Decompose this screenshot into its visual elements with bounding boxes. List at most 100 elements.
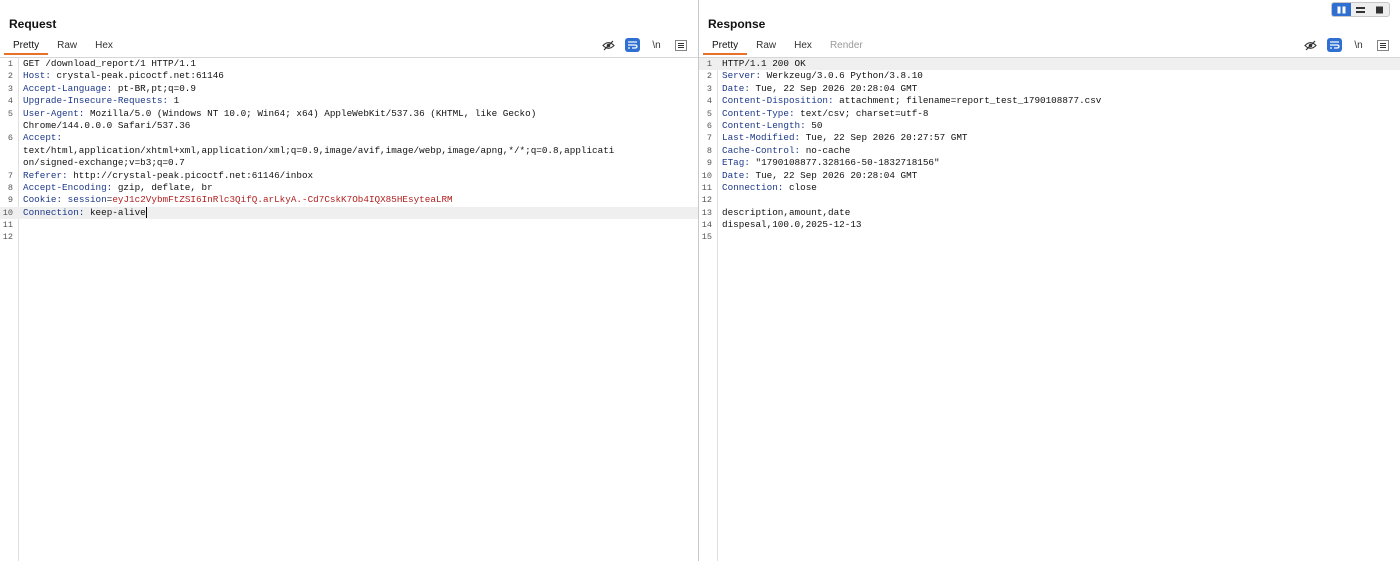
word-wrap-icon[interactable] <box>1327 38 1342 52</box>
header-name: Accept-Language: <box>23 82 113 94</box>
line-content: Upgrade-Insecure-Requests: 1 <box>23 95 179 107</box>
text-caret <box>145 206 147 218</box>
code-line: Chrome/144.0.0.0 Safari/537.36 <box>0 120 698 132</box>
line-content: Accept-Encoding: gzip, deflate, br <box>23 182 213 194</box>
line-number: 15 <box>701 232 712 243</box>
response-toolbar: \n <box>1303 38 1390 52</box>
newline-toggle[interactable]: \n <box>649 38 664 52</box>
line-content: Cookie: session=eyJ1c2VybmFtZSI6InRlc3Qi… <box>23 194 453 206</box>
code-line: 8 Accept-Encoding: gzip, deflate, br <box>0 182 698 194</box>
header-value: close <box>783 181 817 193</box>
code-line: 4 Upgrade-Insecure-Requests: 1 <box>0 95 698 107</box>
tab-raw[interactable]: Raw <box>747 38 785 55</box>
layout-toggle <box>1331 2 1390 17</box>
code-line: 12 <box>699 194 1400 206</box>
response-editor[interactable]: 1 HTTP/1.1 200 OK 2 Server: Werkzeug/3.0.6 … <box>699 58 1400 561</box>
line-number: 8 <box>706 145 712 156</box>
header-name: Last-Modified: <box>722 132 801 144</box>
code-line: on/signed-exchange;v=b3;q=0.7 <box>0 157 698 169</box>
stacked-icon[interactable] <box>1351 3 1370 16</box>
side-by-side-icon[interactable] <box>1332 3 1351 16</box>
line-number: 8 <box>7 182 13 193</box>
word-wrap-icon[interactable] <box>625 38 640 52</box>
code-line: 7 Referer: http://crystal-peak.picoctf.ne… <box>0 170 698 182</box>
tab-hex[interactable]: Hex <box>785 38 821 55</box>
header-value: 1 <box>168 95 180 107</box>
header-value: 50 <box>805 119 823 131</box>
line-number: 2 <box>7 71 13 82</box>
line-number: 12 <box>701 195 712 206</box>
line-number: 11 <box>2 220 13 231</box>
code-line: 14 dispesal,100.0,2025-12-13 <box>699 219 1400 231</box>
line-content: Connection: close <box>722 182 817 194</box>
line-number: 6 <box>706 120 712 131</box>
header-value: crystal-peak.picoctf.net:61146 <box>50 70 224 82</box>
line-content: Connection: keep-alive <box>23 207 147 219</box>
code-line: 12 <box>0 231 698 243</box>
header-name: Date: <box>722 82 750 94</box>
code-line: 10 Connection: keep-alive <box>0 206 698 220</box>
line-content: GET /download_report/1 HTTP/1.1 <box>23 58 196 70</box>
line-number: 11 <box>701 182 712 193</box>
code-line: 15 <box>699 231 1400 243</box>
header-name: Content-Disposition: <box>722 95 834 107</box>
line-number: 9 <box>706 158 712 169</box>
header-name: Connection: <box>722 181 784 193</box>
code-line: 2 Server: Werkzeug/3.0.6 Python/3.8.10 <box>699 70 1400 82</box>
request-title: Request <box>9 17 57 31</box>
line-content: Referer: http://crystal-peak.picoctf.net… <box>23 170 313 182</box>
line-text: dispesal,100.0,2025-12-13 <box>722 219 862 231</box>
code-line: 11 <box>0 219 698 231</box>
tab-pretty[interactable]: Pretty <box>703 38 748 55</box>
request-pane: Request Pretty Raw Hex \n 1 GET /download_r… <box>0 0 699 561</box>
response-pane: Response Pretty Raw Hex Render \n 1 HTTP/1.1… <box>699 0 1400 561</box>
header-name: Accept: <box>23 132 63 144</box>
tab-hex[interactable]: Hex <box>86 38 122 55</box>
hamburger-menu-icon[interactable] <box>673 38 688 52</box>
line-number: 7 <box>706 133 712 144</box>
line-number: 10 <box>2 207 13 218</box>
line-content: Cache-Control: no-cache <box>722 145 850 157</box>
line-number: 6 <box>7 133 13 144</box>
line-text: description,amount,date <box>722 206 851 218</box>
request-tabs: Pretty Raw Hex <box>4 38 122 57</box>
request-editor[interactable]: 1 GET /download_report/1 HTTP/1.1 2 Host: c… <box>0 58 698 561</box>
header-name: ETag: <box>722 157 750 169</box>
line-content: Content-Length: 50 <box>722 120 822 132</box>
code-line: 6 Accept: <box>0 132 698 144</box>
header-name: Date: <box>722 169 750 181</box>
line-number: 5 <box>7 108 13 119</box>
newline-toggle[interactable]: \n <box>1351 38 1366 52</box>
line-number: 2 <box>706 71 712 82</box>
header-name: User-Agent: <box>23 107 85 119</box>
line-content: Server: Werkzeug/3.0.6 Python/3.8.10 <box>722 70 923 82</box>
single-pane-icon[interactable] <box>1370 3 1389 16</box>
line-content: Accept: <box>23 132 62 144</box>
eye-slash-icon[interactable] <box>1303 38 1318 52</box>
tab-pretty[interactable]: Pretty <box>4 38 49 55</box>
hamburger-menu-icon[interactable] <box>1375 38 1390 52</box>
line-text: HTTP/1.1 200 OK <box>722 58 806 69</box>
line-content: Chrome/144.0.0.0 Safari/537.36 <box>23 120 190 132</box>
line-content: Accept-Language: pt-BR,pt;q=0.9 <box>23 83 196 95</box>
eye-slash-icon[interactable] <box>601 38 616 52</box>
code-line: 3 Date: Tue, 22 Sep 2026 20:28:04 GMT <box>699 83 1400 95</box>
tab-raw[interactable]: Raw <box>48 38 86 55</box>
code-line: 11 Connection: close <box>699 182 1400 194</box>
header-value: http://crystal-peak.picoctf.net:61146/in… <box>67 169 314 181</box>
tab-render[interactable]: Render <box>821 38 872 55</box>
line-number: 3 <box>706 83 712 94</box>
line-number: 4 <box>706 96 712 107</box>
header-name: Server: <box>722 70 762 82</box>
header-name: Referer: <box>23 169 68 181</box>
code-line: 6 Content-Length: 50 <box>699 120 1400 132</box>
line-content: Content-Disposition: attachment; filenam… <box>722 95 1101 107</box>
line-content: text/html,application/xhtml+xml,applicat… <box>23 145 614 157</box>
code-line: 9 Cookie: session=eyJ1c2VybmFtZSI6InRlc3Q… <box>0 194 698 206</box>
line-number: 1 <box>706 59 712 69</box>
header-value: Tue, 22 Sep 2026 20:27:57 GMT <box>800 132 968 144</box>
header-value: keep-alive <box>84 206 146 218</box>
line-text: Chrome/144.0.0.0 Safari/537.36 <box>23 119 191 131</box>
header-name: Content-Type: <box>722 107 795 119</box>
line-number: 7 <box>7 170 13 181</box>
